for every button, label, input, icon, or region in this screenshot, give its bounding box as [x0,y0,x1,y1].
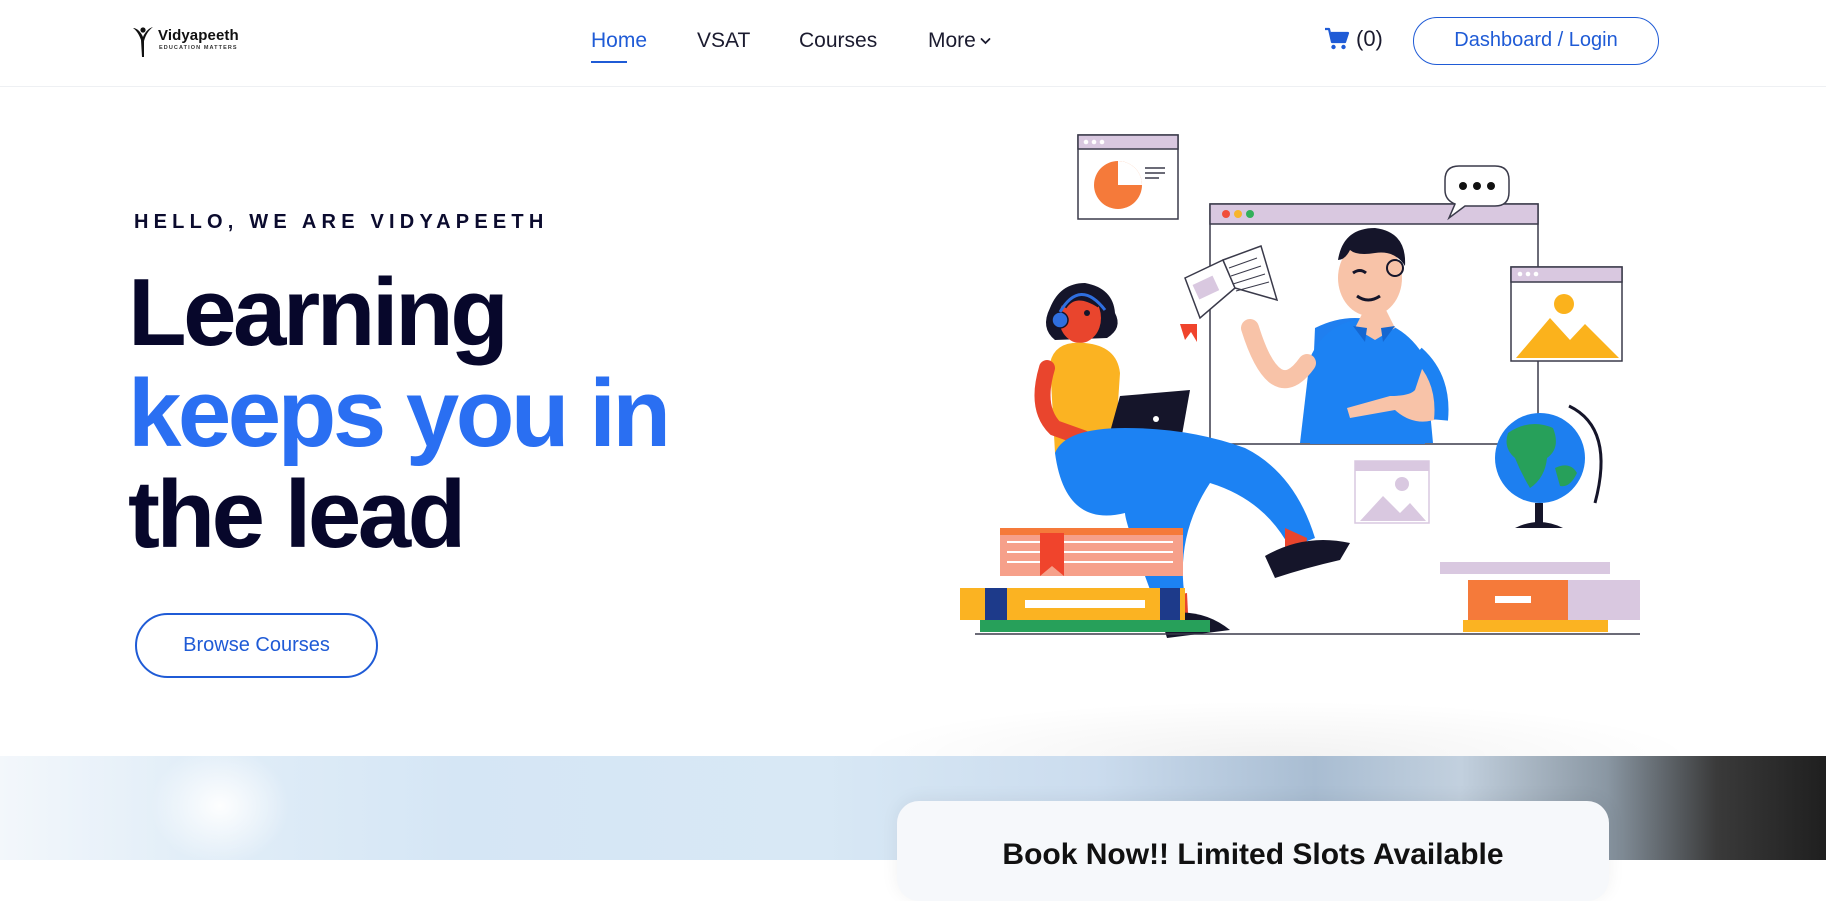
site-logo[interactable]: Vidyapeeth EDUCATION MATTERS [132,24,239,58]
browse-courses-button[interactable]: Browse Courses [135,613,378,678]
nav-vsat[interactable]: VSAT [697,28,750,54]
cart-link[interactable]: (0) [1324,26,1383,52]
banner-highlight [150,756,290,860]
nav-more-label: More [928,29,976,52]
nav-more[interactable]: More [928,28,991,54]
nav-home[interactable]: Home [591,28,647,63]
hero-eyebrow: HELLO, WE ARE VIDYAPEETH [134,211,549,233]
cart-count: (0) [1356,26,1383,51]
hero-headline: Learning keeps you in the lead [128,259,671,568]
logo-tagline: EDUCATION MATTERS [159,45,238,51]
nav-courses[interactable]: Courses [799,28,877,54]
pie-chart-card-graphic [1077,134,1179,220]
image-card-graphic [1510,266,1623,362]
site-header: Vidyapeeth EDUCATION MATTERS Home VSAT C… [0,0,1826,87]
logo-name: Vidyapeeth [158,27,239,44]
cart-icon [1325,27,1350,50]
headline-line-3: the lead [128,461,466,568]
chevron-down-icon [980,38,991,45]
headline-line-2: keeps you in [128,360,671,467]
dashboard-login-button[interactable]: Dashboard / Login [1413,17,1659,65]
headline-line-1: Learning [128,259,509,366]
hero-illustration [960,134,1640,638]
booking-title: Book Now!! Limited Slots Available [1002,838,1504,871]
vidyapeeth-logo-icon [133,27,153,57]
small-image-card-graphic [1354,460,1430,524]
hero-divider-shadow [850,700,1700,756]
